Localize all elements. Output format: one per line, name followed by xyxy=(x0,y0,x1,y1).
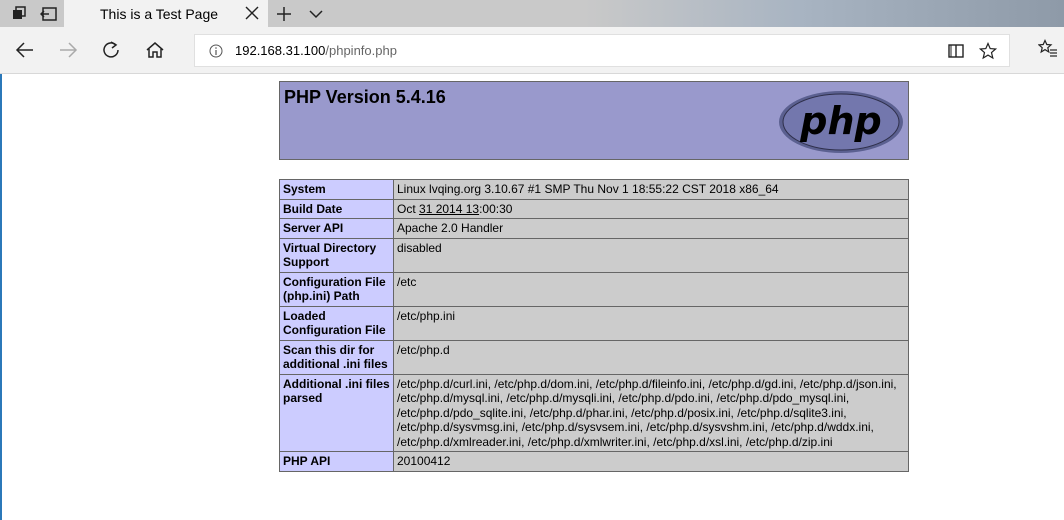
address-url[interactable]: 192.168.31.100/phpinfo.php xyxy=(235,43,397,58)
home-icon[interactable] xyxy=(144,39,166,61)
table-row: Virtual Directory Support disabled xyxy=(279,237,909,273)
close-icon[interactable] xyxy=(244,5,260,21)
row-label: Configuration File (php.ini) Path xyxy=(279,271,394,307)
tabs-aside-icon[interactable] xyxy=(4,0,34,27)
build-date-time: :00:30 xyxy=(479,201,513,216)
table-row: Loaded Configuration File /etc/php.ini xyxy=(279,305,909,341)
row-label: System xyxy=(279,179,394,200)
table-row: Server API Apache 2.0 Handler xyxy=(279,218,909,239)
row-value: 20100412 xyxy=(393,451,909,472)
row-value: /etc/php.d xyxy=(393,339,909,375)
table-row: Scan this dir for additional .ini files … xyxy=(279,339,909,375)
row-label: Additional .ini files parsed xyxy=(279,373,394,452)
table-row: System Linux lvqing.org 3.10.67 #1 SMP T… xyxy=(279,179,909,200)
page-edge-accent xyxy=(0,74,2,520)
row-value: /etc/php.ini xyxy=(393,305,909,341)
table-row: Configuration File (php.ini) Path /etc xyxy=(279,271,909,307)
plus-icon[interactable] xyxy=(274,4,294,24)
row-label: Server API xyxy=(279,218,394,239)
address-host: 192.168.31.100 xyxy=(235,43,326,58)
svg-text:php: php xyxy=(799,99,881,143)
address-path: /phpinfo.php xyxy=(325,43,397,58)
row-label: Scan this dir for additional .ini files xyxy=(279,339,394,375)
tab-strip: This is a Test Page xyxy=(0,0,1064,27)
table-row: PHP API 20100412 xyxy=(279,451,909,472)
row-value: /etc xyxy=(393,271,909,307)
row-value: Oct 31 2014 13:00:30 xyxy=(393,198,909,219)
favorites-list-icon[interactable] xyxy=(1037,39,1058,59)
forward-arrow-icon[interactable] xyxy=(57,39,79,61)
build-date-link[interactable]: 31 2014 13 xyxy=(419,202,479,216)
row-value: /etc/php.d/curl.ini, /etc/php.d/dom.ini,… xyxy=(393,373,909,452)
info-icon[interactable] xyxy=(209,44,223,58)
phpinfo-page: PHP Version 5.4.16 php System Linux lvqi… xyxy=(279,81,909,472)
phpinfo-header: PHP Version 5.4.16 php xyxy=(279,81,909,160)
info-table: System Linux lvqing.org 3.10.67 #1 SMP T… xyxy=(279,179,909,472)
active-tab[interactable]: This is a Test Page xyxy=(64,0,268,27)
row-label: Virtual Directory Support xyxy=(279,237,394,273)
row-value: Apache 2.0 Handler xyxy=(393,218,909,239)
php-logo[interactable]: php xyxy=(778,90,904,154)
table-row: Additional .ini files parsed /etc/php.d/… xyxy=(279,373,909,452)
row-label: PHP API xyxy=(279,451,394,472)
row-label: Loaded Configuration File xyxy=(279,305,394,341)
row-value: Linux lvqing.org 3.10.67 #1 SMP Thu Nov … xyxy=(393,179,909,200)
chevron-down-icon[interactable] xyxy=(306,4,326,24)
book-icon[interactable] xyxy=(947,42,965,60)
row-label: Build Date xyxy=(279,198,394,219)
set-aside-tabs-icon[interactable] xyxy=(34,0,64,27)
table-row: Build Date Oct 31 2014 13:00:30 xyxy=(279,198,909,219)
row-value: disabled xyxy=(393,237,909,273)
tab-title: This is a Test Page xyxy=(100,6,219,22)
back-arrow-icon[interactable] xyxy=(14,39,36,61)
build-date-month: Oct xyxy=(397,201,420,216)
refresh-icon[interactable] xyxy=(100,39,122,61)
page-title: PHP Version 5.4.16 xyxy=(284,87,446,107)
address-bar[interactable]: 192.168.31.100/phpinfo.php xyxy=(194,34,1010,67)
star-icon[interactable] xyxy=(978,41,998,60)
navigation-bar: 192.168.31.100/phpinfo.php xyxy=(0,27,1064,74)
